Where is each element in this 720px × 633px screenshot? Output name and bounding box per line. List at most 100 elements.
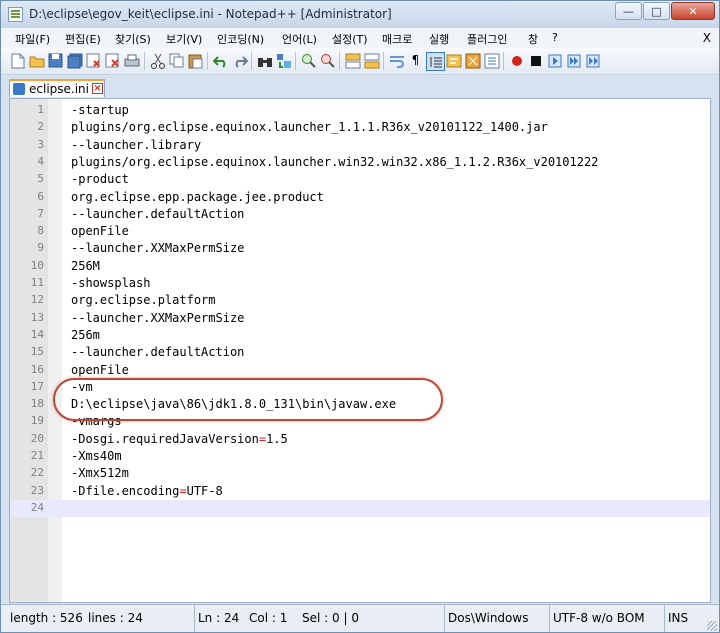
copy-icon[interactable] [168, 52, 185, 69]
line-text: --launcher.library [71, 137, 202, 152]
save-icon[interactable] [47, 52, 64, 69]
stop-macro-icon[interactable] [527, 52, 544, 69]
replace-icon[interactable] [275, 52, 292, 69]
sync-horizontal-icon[interactable] [363, 52, 380, 69]
show-all-characters-icon[interactable]: ¶ [407, 52, 424, 69]
sync-vertical-icon[interactable] [344, 52, 361, 69]
function-list-icon[interactable] [483, 52, 500, 69]
tab-strip: eclipse.ini × [1, 75, 719, 97]
save-all-icon[interactable] [66, 52, 83, 69]
menu-encoding[interactable]: 인코딩(N) [217, 31, 264, 47]
code-line[interactable]: 15 --launcher.defaultAction [10, 344, 710, 361]
code-line[interactable]: 21 -Xms40m [10, 448, 710, 465]
save-macro-icon[interactable] [584, 52, 601, 69]
line-text: -Xms40m [71, 449, 122, 463]
close-document-x[interactable]: X [703, 31, 711, 45]
menu-edit[interactable]: 편집(E) [65, 31, 101, 47]
code-line[interactable]: 12 org.eclipse.platform [10, 292, 710, 309]
close-all-icon[interactable] [104, 52, 121, 69]
code-line[interactable]: 6 org.eclipse.epp.package.jee.product [10, 189, 710, 206]
code-line[interactable]: 2 plugins/org.eclipse.equinox.launcher_1.… [10, 119, 710, 136]
line-text: -Dosgi.requiredJavaVersion=1.5 [71, 431, 288, 446]
paste-icon[interactable] [187, 52, 204, 69]
menu-view[interactable]: 보기(V) [166, 31, 202, 47]
code-line[interactable]: 8 openFile [10, 223, 710, 240]
line-number: 11 [30, 276, 44, 289]
status-length: length : 526 [10, 611, 83, 625]
line-text: org.eclipse.epp.package.jee.product [71, 189, 324, 204]
line-number: 7 [37, 206, 44, 220]
code-line[interactable]: 5 -product [10, 171, 710, 188]
code-line[interactable]: 10 256M [10, 258, 710, 275]
status-ln: Ln : 24 [194, 605, 244, 632]
close-file-icon[interactable] [85, 52, 102, 69]
menu-run[interactable]: 실행 [429, 31, 449, 47]
resize-grip[interactable] [707, 621, 717, 631]
word-wrap-icon[interactable] [388, 52, 405, 69]
document-map-icon[interactable] [464, 52, 481, 69]
line-text: --launcher.XXMaxPermSize [71, 241, 245, 256]
tab-eclipse-ini[interactable]: eclipse.ini × [9, 79, 105, 97]
status-eol: Dos\Windows [444, 605, 544, 632]
code-line[interactable]: 4 plugins/org.eclipse.equinox.launcher.wi… [10, 154, 710, 171]
tab-label: eclipse.ini [29, 82, 89, 96]
code-line[interactable]: 16 openFile [10, 362, 710, 379]
line-number: 3 [37, 137, 44, 151]
code-line[interactable]: 13 --launcher.XXMaxPermSize [10, 310, 710, 327]
code-line[interactable]: 7 --launcher.defaultAction [10, 206, 710, 223]
menu-macro[interactable]: 매크로 [382, 31, 412, 47]
print-icon[interactable] [123, 52, 140, 69]
cut-icon[interactable] [149, 52, 166, 69]
line-text: --launcher.defaultAction [71, 345, 245, 360]
redo-icon[interactable] [231, 52, 248, 69]
code-line[interactable]: 9 --launcher.XXMaxPermSize [10, 240, 710, 257]
menu-settings[interactable]: 설정(T) [332, 31, 368, 47]
maximize-button[interactable]: □ [643, 2, 670, 20]
line-text: openFile [71, 362, 129, 377]
menu-help[interactable]: ? [552, 31, 558, 44]
code-line[interactable]: 22 -Xmx512m [10, 465, 710, 482]
code-line[interactable]: 20 -Dosgi.requiredJavaVersion=1.5 [10, 431, 710, 448]
line-text: --launcher.XXMaxPermSize [71, 310, 245, 325]
line-text: plugins/org.eclipse.equinox.launcher.win… [71, 154, 599, 169]
notepadpp-app-icon [8, 7, 23, 22]
record-macro-icon[interactable] [508, 52, 525, 69]
minimize-button[interactable]: — [615, 2, 642, 20]
line-number: 12 [30, 293, 44, 307]
open-file-icon[interactable] [28, 52, 45, 69]
line-text: -showsplash [71, 276, 151, 290]
menu-file[interactable]: 파일(F) [15, 31, 50, 47]
line-text: 256M [71, 258, 100, 273]
code-line[interactable]: 14 256m [10, 327, 710, 344]
line-text: -product [71, 172, 129, 187]
menu-plugins[interactable]: 플러그인 [467, 31, 507, 47]
user-define-language-icon[interactable] [445, 52, 462, 69]
editor-area[interactable]: 1 -startup 2 plugins/org.eclipse.equinox.la… [9, 98, 711, 603]
status-lines: lines : 24 [88, 611, 143, 625]
menu-window[interactable]: 창 [528, 31, 538, 47]
play-macro-icon[interactable] [546, 52, 563, 69]
undo-icon[interactable] [212, 52, 229, 69]
zoom-out-icon[interactable] [319, 52, 336, 69]
new-file-icon[interactable] [9, 52, 26, 69]
indent-guide-icon[interactable] [426, 52, 445, 71]
run-macro-multiple-icon[interactable] [565, 52, 582, 69]
zoom-in-icon[interactable] [300, 52, 317, 69]
code-line[interactable]: 1 -startup [10, 102, 710, 119]
status-bar: length : 526 lines : 24 Ln : 24 Col : 1 … [1, 604, 719, 632]
operator-token: = [258, 431, 267, 446]
title-bar[interactable]: D:\eclipse\egov_keit\eclipse.ini - Notep… [1, 1, 719, 28]
code-line[interactable]: 23 -Dfile.encoding=UTF-8 [10, 483, 710, 500]
line-text: --launcher.defaultAction [71, 206, 245, 221]
menu-search[interactable]: 찾기(S) [115, 31, 151, 47]
status-col: Col : 1 [249, 611, 288, 625]
line-number: 20 [30, 431, 44, 445]
code-line[interactable]: 24 [10, 499, 710, 517]
menu-language[interactable]: 언어(L) [282, 31, 317, 47]
line-text: plugins/org.eclipse.equinox.launcher_1.1… [71, 120, 548, 135]
find-icon[interactable] [256, 52, 273, 69]
close-window-button[interactable]: ✕ [671, 2, 715, 20]
code-line[interactable]: 3 --launcher.library [10, 137, 710, 154]
tab-close-icon[interactable]: × [92, 83, 103, 94]
code-line[interactable]: 11 -showsplash [10, 275, 710, 292]
